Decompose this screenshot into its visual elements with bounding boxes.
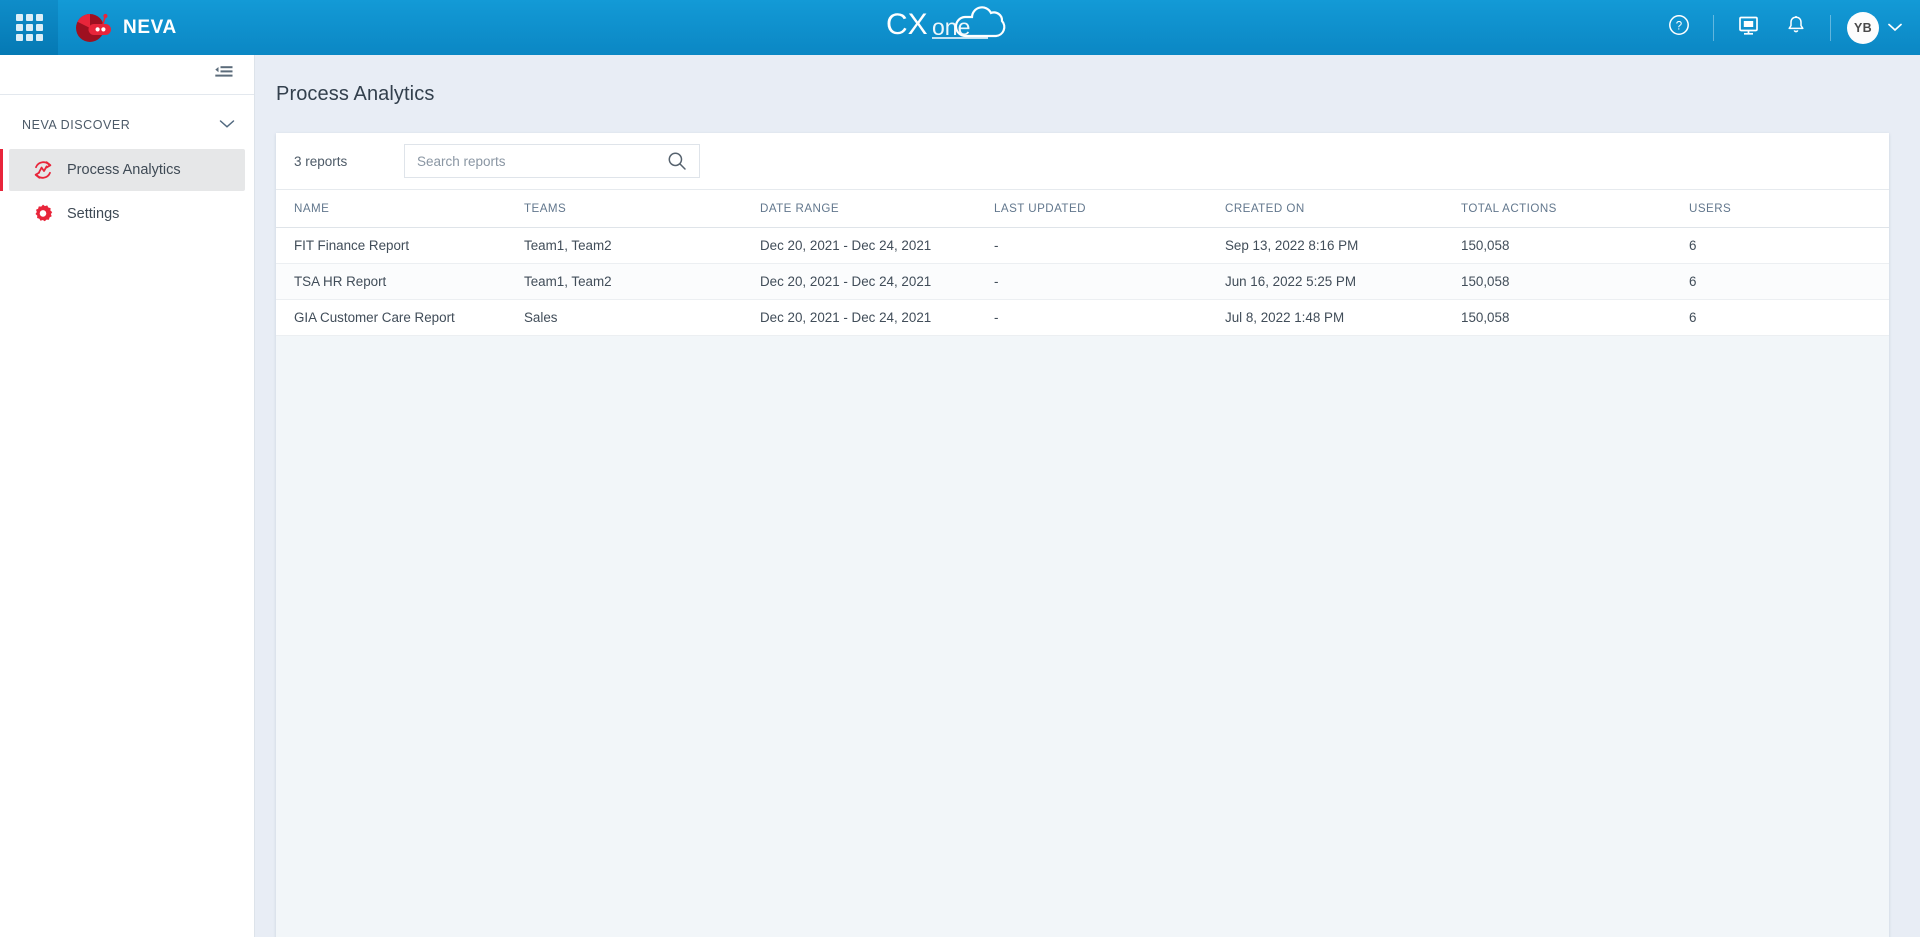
brand-logo[interactable]: NEVA: [58, 0, 177, 55]
sidebar-item-settings[interactable]: Settings: [9, 193, 245, 235]
cell-name: TSA HR Report: [294, 274, 387, 289]
table-body: FIT Finance Report Team1, Team2 Dec 20, …: [276, 228, 1889, 336]
reports-card: 3 reports NAME TEAMS DATE RANGE LAST UPD…: [276, 133, 1889, 937]
notifications-button[interactable]: [1772, 0, 1820, 55]
cell-name: FIT Finance Report: [294, 238, 410, 253]
cell-last-updated: -: [994, 274, 999, 289]
top-header-bar: NEVA CX one ? YB: [0, 0, 1920, 55]
column-header-teams[interactable]: TEAMS: [524, 202, 760, 215]
dashboard-button[interactable]: [1724, 0, 1772, 55]
bell-icon: [1785, 14, 1807, 41]
cell-last-updated: -: [994, 238, 999, 253]
svg-text:?: ?: [1676, 21, 1682, 33]
cell-total-actions: 150,058: [1461, 274, 1510, 289]
column-header-total-actions[interactable]: TOTAL ACTIONS: [1461, 202, 1689, 215]
reports-table: NAME TEAMS DATE RANGE LAST UPDATED CREAT…: [276, 189, 1889, 336]
sidebar-collapse-button[interactable]: [210, 63, 238, 87]
cell-date-range: Dec 20, 2021 - Dec 24, 2021: [760, 310, 932, 325]
cell-users: 6: [1689, 310, 1697, 325]
search-reports-box[interactable]: [404, 144, 700, 178]
table-row[interactable]: GIA Customer Care Report Sales Dec 20, 2…: [276, 300, 1889, 336]
sidebar-section-label: NEVA DISCOVER: [22, 118, 131, 132]
gear-icon: [31, 203, 55, 225]
user-menu-button[interactable]: YB: [1841, 11, 1904, 44]
header-divider: [1713, 14, 1714, 41]
help-button[interactable]: ?: [1655, 0, 1703, 55]
sidebar-item-label: Process Analytics: [67, 162, 181, 178]
reports-count-label: 3 reports: [294, 153, 348, 169]
cxone-logo-container: CX one: [0, 0, 1920, 55]
table-header-row: NAME TEAMS DATE RANGE LAST UPDATED CREAT…: [276, 190, 1889, 228]
cell-created-on: Jul 8, 2022 1:48 PM: [1225, 310, 1345, 325]
cell-name: GIA Customer Care Report: [294, 310, 455, 325]
search-input[interactable]: [417, 153, 665, 169]
table-empty-area: [276, 336, 1889, 902]
avatar: YB: [1847, 11, 1879, 44]
column-header-date-range[interactable]: DATE RANGE: [760, 202, 994, 215]
top-header-actions: ? YB: [1655, 0, 1920, 55]
cell-total-actions: 150,058: [1461, 310, 1510, 325]
cell-teams: Sales: [524, 310, 558, 325]
help-circle-icon: ?: [1668, 14, 1690, 41]
brand-name-label: NEVA: [123, 16, 177, 38]
svg-text:CX: CX: [886, 8, 928, 41]
cell-date-range: Dec 20, 2021 - Dec 24, 2021: [760, 274, 932, 289]
search-icon[interactable]: [665, 149, 689, 173]
table-row[interactable]: FIT Finance Report Team1, Team2 Dec 20, …: [276, 228, 1889, 264]
chevron-down-icon: [1888, 19, 1902, 37]
presentation-screen-icon: [1737, 14, 1760, 42]
neva-robot-logo: [72, 10, 114, 46]
sidebar-header: [0, 55, 254, 95]
main-content: Process Analytics 3 reports NAME TEAMS D…: [255, 55, 1920, 937]
table-row[interactable]: TSA HR Report Team1, Team2 Dec 20, 2021 …: [276, 264, 1889, 300]
column-header-users[interactable]: USERS: [1689, 202, 1829, 215]
page-title: Process Analytics: [276, 83, 435, 105]
app-launcher-button[interactable]: [0, 0, 58, 55]
column-header-created-on[interactable]: CREATED ON: [1225, 202, 1461, 215]
svg-text:one: one: [932, 14, 970, 40]
column-header-last-updated[interactable]: LAST UPDATED: [994, 202, 1225, 215]
cell-users: 6: [1689, 238, 1697, 253]
chevron-down-icon: [219, 116, 235, 134]
collapse-menu-icon: [214, 64, 234, 85]
column-header-name[interactable]: NAME: [294, 202, 524, 215]
cell-users: 6: [1689, 274, 1697, 289]
cell-teams: Team1, Team2: [524, 238, 612, 253]
cell-teams: Team1, Team2: [524, 274, 612, 289]
cell-created-on: Jun 16, 2022 5:25 PM: [1225, 274, 1357, 289]
cell-date-range: Dec 20, 2021 - Dec 24, 2021: [760, 238, 932, 253]
cell-last-updated: -: [994, 310, 999, 325]
sidebar-section-neva-discover[interactable]: NEVA DISCOVER: [0, 103, 254, 147]
grid-apps-icon: [15, 14, 43, 41]
sidebar-item-process-analytics[interactable]: Process Analytics: [0, 149, 245, 191]
sidebar-item-label: Settings: [67, 206, 120, 222]
cell-created-on: Sep 13, 2022 8:16 PM: [1225, 238, 1359, 253]
cell-total-actions: 150,058: [1461, 238, 1510, 253]
reports-toolbar: 3 reports: [276, 133, 1889, 189]
header-divider: [1830, 14, 1831, 41]
cxone-cloud-logo[interactable]: CX one: [880, 4, 1040, 51]
process-analytics-icon: [31, 159, 55, 181]
sidebar: NEVA DISCOVER Process Analytics Settings: [0, 55, 255, 937]
